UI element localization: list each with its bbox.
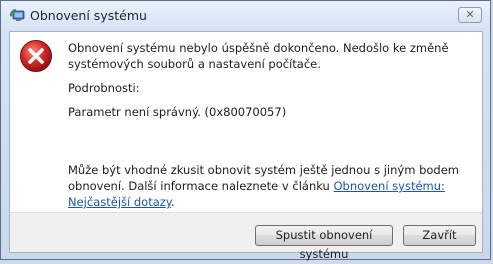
error-icon [19, 39, 53, 73]
system-restore-icon [9, 7, 25, 23]
start-system-restore-button[interactable]: Spustit obnovení systému [255, 225, 393, 261]
close-icon: ✕ [465, 8, 475, 21]
details-text: Parametr není správný. (0x80070057) [68, 105, 287, 119]
error-headline: Obnovení systému nebylo úspěšně dokončen… [68, 41, 449, 71]
dialog-client-area: Obnovení systému nebylo úspěšně dokončen… [9, 31, 483, 261]
details-label: Podrobnosti: [68, 81, 140, 95]
close-button[interactable]: Zavřít [403, 225, 476, 246]
window-title: Obnovení systému [30, 8, 147, 23]
close-window-button[interactable]: ✕ [458, 7, 482, 23]
suggestion-text: Může být vhodné zkusit obnovit systém je… [68, 162, 473, 210]
suggestion-end: . [170, 195, 175, 209]
title-bar[interactable]: Obnovení systému ✕ [1, 1, 490, 31]
error-dialog-window: Obnovení systému ✕ Obnovení systému neby… [0, 0, 491, 261]
button-bar: Spustit obnovení systému Zavřít [10, 212, 482, 261]
message-area: Obnovení systému nebylo úspěšně dokončen… [10, 32, 482, 212]
